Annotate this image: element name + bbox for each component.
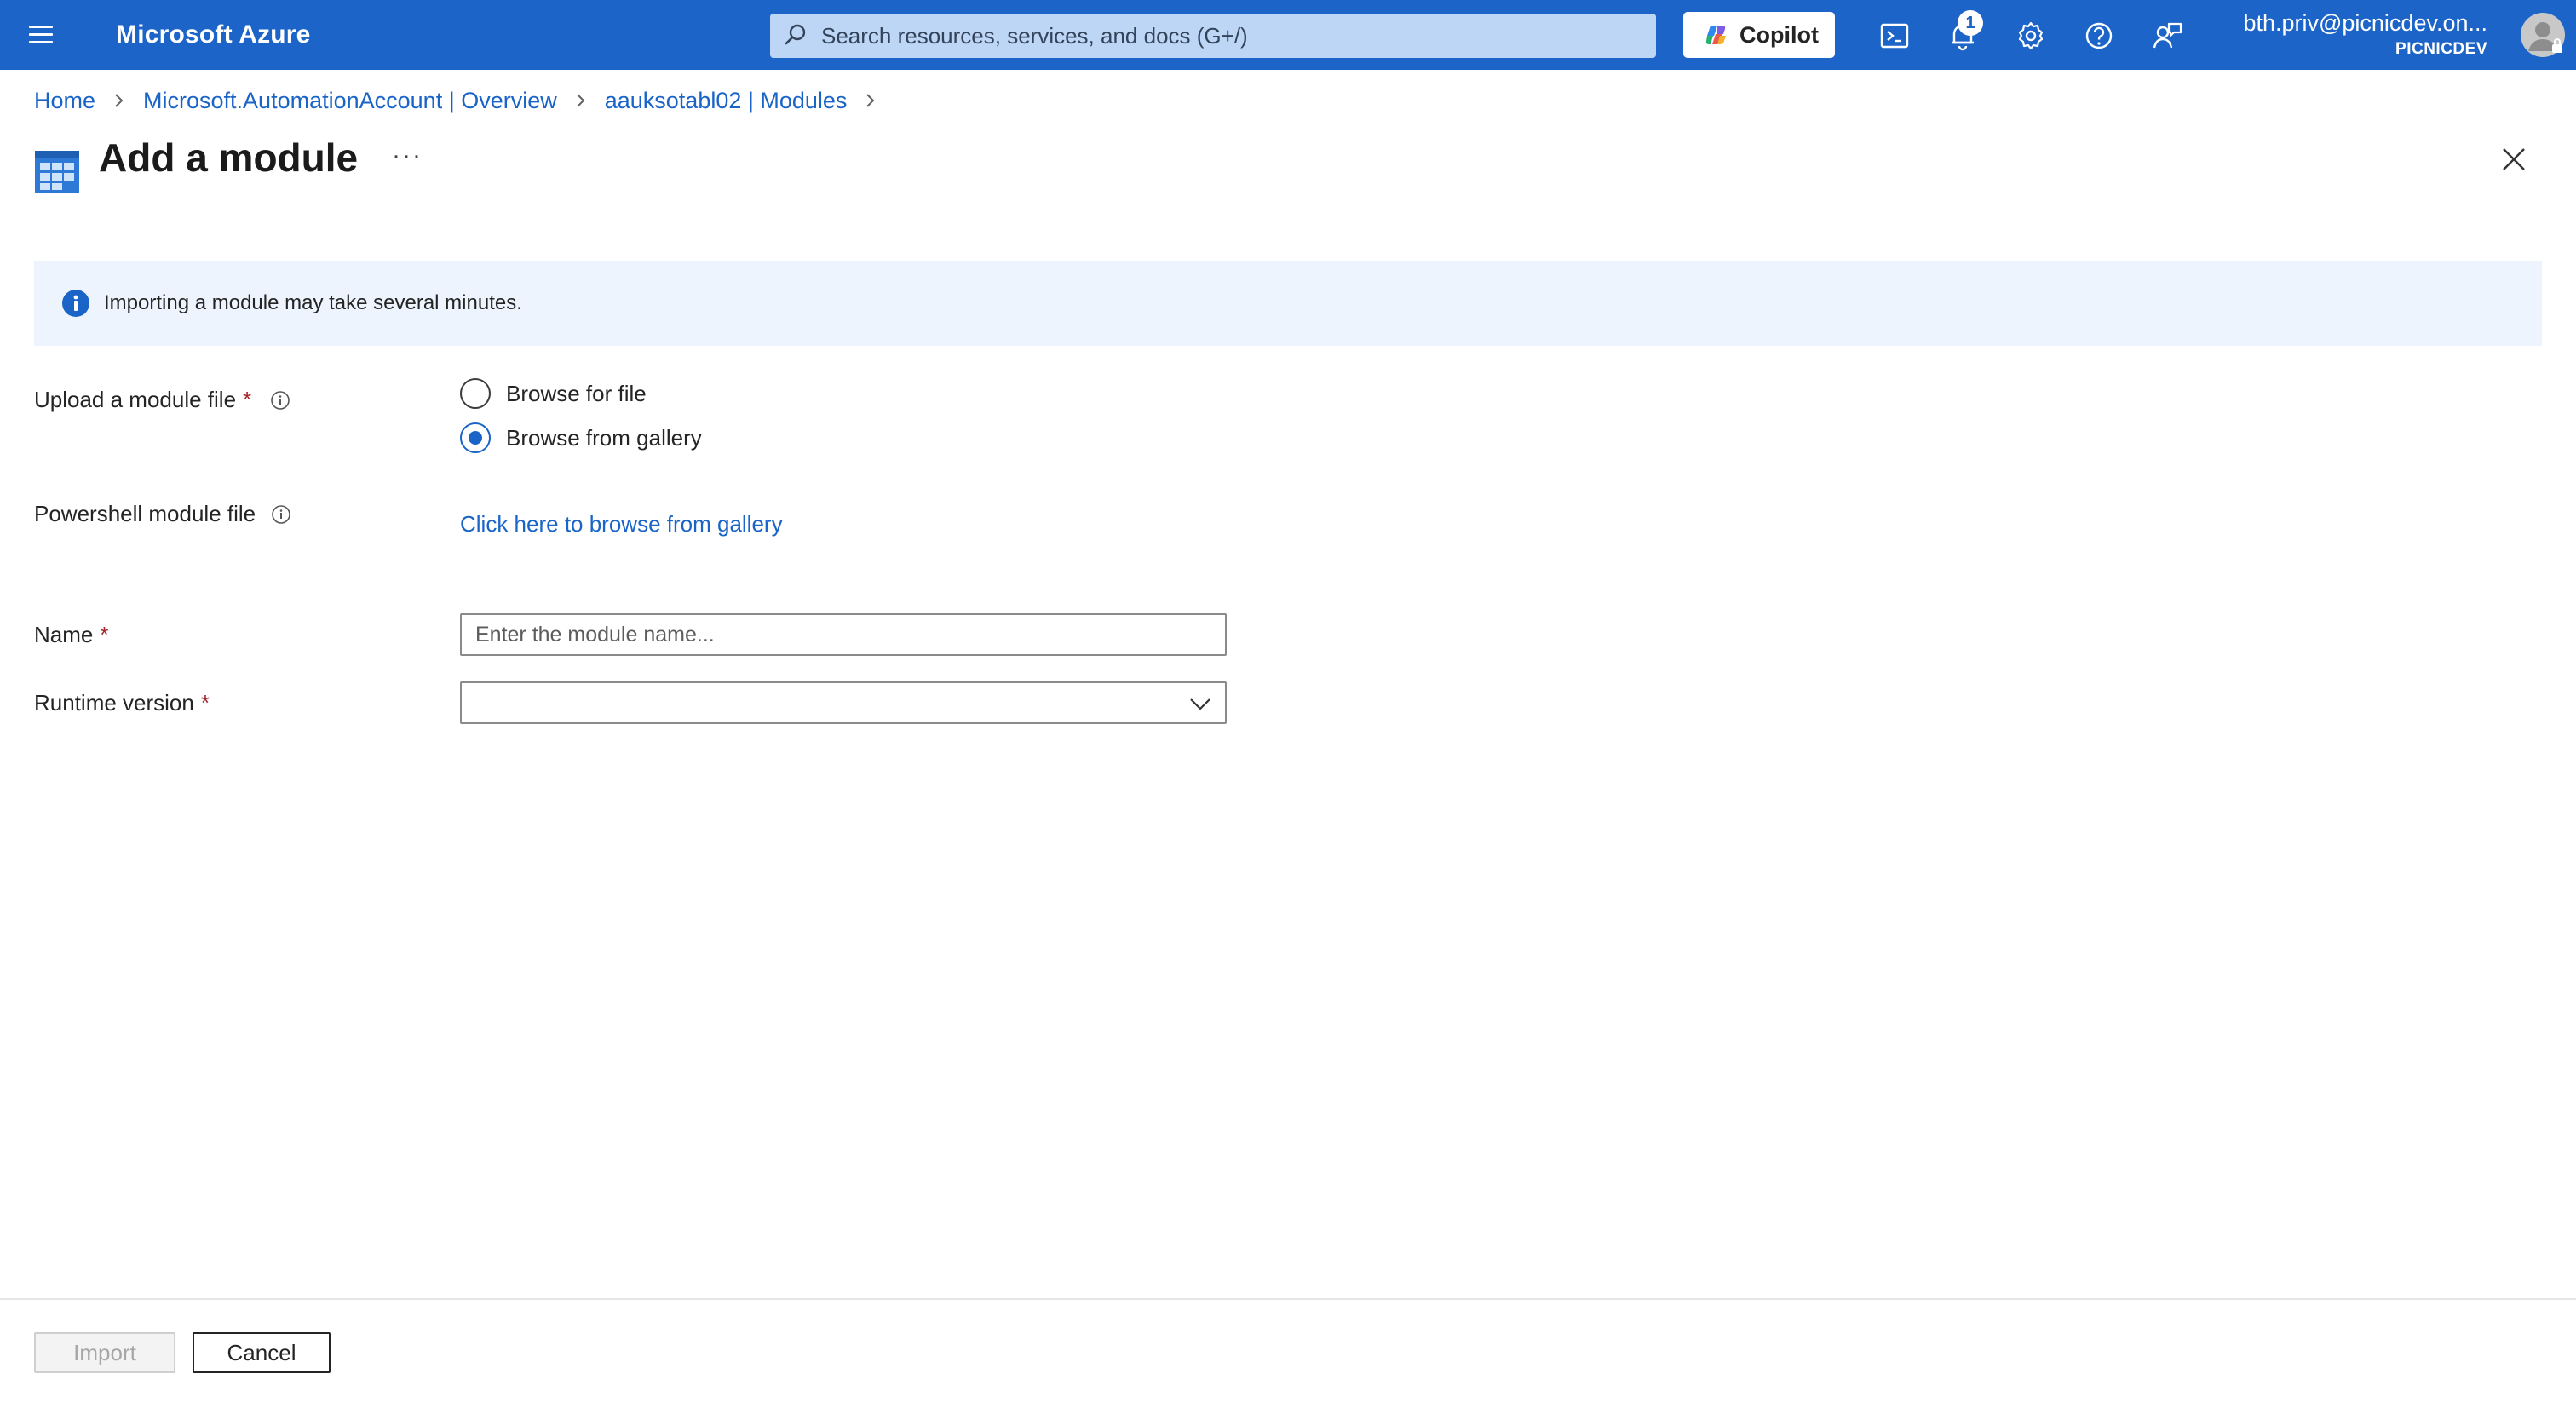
chevron-right-icon [577,94,585,107]
required-mark: * [200,690,210,716]
top-bar: Microsoft Azure Copilot 1 [0,0,2576,70]
import-button[interactable]: Import [34,1332,175,1373]
help-icon[interactable] [2082,19,2116,53]
chevron-right-icon [866,94,875,107]
footer-divider [0,1298,2576,1300]
feedback-icon[interactable] [2150,19,2184,53]
module-icon [35,151,79,193]
browse-gallery-link[interactable]: Click here to browse from gallery [460,511,783,537]
radio-label: Browse for file [506,380,647,406]
page-title: Add a module [99,135,359,180]
breadcrumb: Home Microsoft.AutomationAccount | Overv… [34,85,894,116]
chevron-down-icon [1190,698,1210,710]
copilot-label: Copilot [1739,21,1819,48]
powershell-file-label: Powershell module file [34,501,291,527]
banner-text: Importing a module may take several minu… [104,291,522,314]
upload-module-label: Upload a module file * [34,387,290,413]
cancel-button[interactable]: Cancel [193,1332,331,1373]
cloud-shell-icon[interactable] [1877,19,1912,53]
info-banner: Importing a module may take several minu… [34,261,2542,346]
info-circle-icon[interactable] [270,390,290,411]
breadcrumb-automation-account[interactable]: Microsoft.AutomationAccount | Overview [143,88,557,114]
avatar-icon[interactable] [2520,12,2566,58]
brand-title[interactable]: Microsoft Azure [116,20,311,49]
account-email: bth.priv@picnicdev.on... [2243,10,2487,36]
breadcrumb-home[interactable]: Home [34,88,95,114]
runtime-version-dropdown[interactable] [460,681,1227,724]
radio-browse-from-gallery[interactable]: Browse from gallery [460,422,702,453]
gear-icon[interactable] [2014,19,2048,53]
chevron-right-icon [115,94,124,107]
name-label: Name * [34,622,109,647]
required-mark: * [243,387,252,412]
more-options-button[interactable]: ··· [392,141,423,170]
menu-icon[interactable] [26,22,58,48]
radio-circle-selected[interactable] [460,422,491,453]
copilot-icon [1705,26,1726,44]
radio-circle[interactable] [460,378,491,409]
account-menu[interactable]: bth.priv@picnicdev.on... PICNICDEV [2243,10,2487,59]
search-input[interactable] [770,14,1656,58]
info-icon [62,290,89,317]
radio-label: Browse from gallery [506,424,702,451]
search-icon [785,24,806,45]
copilot-button[interactable]: Copilot [1683,12,1835,58]
module-name-input[interactable] [460,613,1227,656]
account-tenant: PICNICDEV [2395,40,2487,58]
runtime-version-label: Runtime version * [34,690,210,716]
close-icon[interactable] [2499,145,2528,174]
notification-badge: 1 [1958,10,1983,36]
radio-browse-for-file[interactable]: Browse for file [460,378,647,409]
info-circle-icon[interactable] [271,504,291,525]
required-mark: * [100,622,109,647]
breadcrumb-modules[interactable]: aauksotabl02 | Modules [605,88,848,114]
